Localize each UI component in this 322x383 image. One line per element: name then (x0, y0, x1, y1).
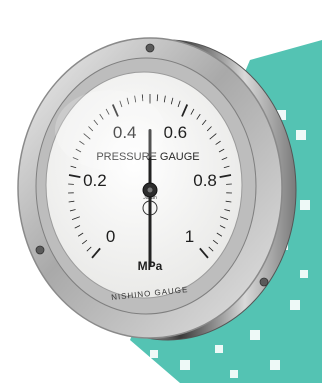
scale-label: 0.2 (83, 171, 107, 190)
scale-label: 0 (106, 227, 115, 246)
scale-label: 0.8 (193, 171, 217, 190)
scale-label: 0.6 (163, 123, 187, 142)
glass-reflection (55, 90, 165, 170)
product-photo: 00.20.40.60.81 PRESSURE GAUGE Japan MPa … (0, 0, 322, 383)
gauge-illustration: 00.20.40.60.81 PRESSURE GAUGE Japan MPa … (17, 37, 322, 383)
minor-tick (156, 94, 159, 102)
scale-label: 1 (185, 227, 194, 246)
